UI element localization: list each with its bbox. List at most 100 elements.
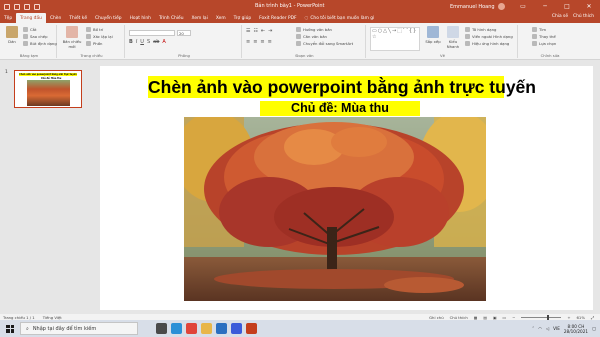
paragraph-group-label: Đoạn văn — [295, 53, 314, 58]
quick-styles-button[interactable]: Kiểu Nhanh — [444, 26, 462, 49]
notification-icon[interactable]: ▢ — [592, 326, 596, 331]
slide-thumbnail[interactable]: Chèn ảnh vào powerpoint bằng ảnh trực tu… — [14, 70, 82, 108]
justify-icon[interactable]: ≡ — [268, 39, 272, 45]
shape-outline-button[interactable]: Viền ngoài Hình dạng — [465, 34, 513, 39]
font-size-input[interactable]: 20 — [177, 30, 191, 36]
tab-animations[interactable]: Hoạt hình — [126, 13, 155, 23]
tab-help[interactable]: Trợ giúp — [230, 13, 256, 23]
start-slideshow-icon[interactable] — [34, 3, 40, 10]
user-name[interactable]: Emmanuel Hoang — [450, 4, 495, 10]
replace-button[interactable]: Thay thế — [532, 34, 556, 39]
clock[interactable]: 8:00 CH 28/10/2021 — [564, 324, 588, 334]
shape-fill-button[interactable]: Tô hình dạng — [465, 27, 496, 32]
numbering-icon[interactable]: ☷ — [253, 28, 257, 34]
clipboard-group: Dán Cắt Sao chép Bút định dạng Bảng tạm — [2, 25, 57, 58]
layout-button[interactable]: Bố trí — [86, 27, 103, 32]
clock-date: 28/10/2021 — [563, 328, 589, 334]
arrange-button[interactable]: Sắp xếp — [424, 26, 442, 44]
slide-subtitle[interactable]: Chủ đề: Mùa thu — [260, 101, 420, 116]
tab-foxit[interactable]: Foxit Reader PDF — [255, 13, 300, 23]
minimize-button[interactable]: ─ — [534, 0, 556, 13]
find-button[interactable]: Tìm — [532, 27, 546, 32]
shadow-button[interactable]: S — [147, 39, 150, 45]
text-direction-button[interactable]: Hướng văn bản — [296, 27, 332, 32]
autumn-tree-photo[interactable] — [184, 117, 486, 301]
taskbar-search[interactable]: ⌕ Nhập tại đây để tìm kiếm — [20, 322, 138, 335]
tab-design[interactable]: Thiết kế — [65, 13, 91, 23]
share-button[interactable]: Chia sẻ — [552, 14, 568, 19]
tell-me-box[interactable]: ◌ Cho tôi biết bạn muốn làm gì — [301, 13, 375, 23]
tab-insert[interactable]: Chèn — [46, 13, 65, 23]
font-name-input[interactable] — [129, 30, 175, 36]
maximize-button[interactable]: □ — [556, 0, 578, 13]
reset-button[interactable]: Xác lập lại — [86, 34, 113, 39]
language-indicator[interactable]: Tiếng Việt — [43, 315, 62, 320]
store-icon[interactable] — [216, 323, 227, 334]
underline-button[interactable]: U — [140, 39, 144, 45]
start-button[interactable] — [0, 320, 20, 337]
zalo-icon[interactable] — [231, 323, 242, 334]
tab-slideshow[interactable]: Trình Chiếu — [155, 13, 188, 23]
paste-button[interactable]: Dán — [3, 26, 21, 44]
comments-status-button[interactable]: Chú thích — [450, 315, 468, 320]
section-button[interactable]: Phần — [86, 41, 102, 46]
outdent-icon[interactable]: ⇥ — [268, 28, 272, 34]
format-painter-button[interactable]: Bút định dạng — [23, 41, 57, 46]
font-format-buttons: B I U S ab A — [129, 39, 166, 45]
tab-file[interactable]: Tệp — [0, 13, 16, 23]
file-explorer-icon[interactable] — [201, 323, 212, 334]
powerpoint-icon[interactable] — [246, 323, 257, 334]
bullets-icon[interactable]: ☰ — [246, 28, 250, 34]
tell-me-text: Cho tôi biết bạn muốn làm gì — [310, 15, 375, 21]
shape-effects-button[interactable]: Hiệu ứng hình dạng — [465, 41, 509, 46]
zoom-slider[interactable] — [521, 314, 562, 320]
input-language[interactable]: VIE — [553, 326, 560, 331]
ribbon-display-options-icon[interactable]: ▭ — [512, 0, 534, 13]
slide-sorter-icon[interactable]: ▤ — [483, 315, 487, 320]
reading-view-icon[interactable]: ▣ — [493, 315, 497, 320]
edge-icon[interactable] — [171, 323, 182, 334]
shape-outline-label: Viền ngoài Hình dạng — [472, 34, 513, 39]
tab-view[interactable]: Xem — [212, 13, 230, 23]
undo-icon[interactable] — [14, 3, 20, 10]
italic-button[interactable]: I — [136, 39, 137, 45]
network-icon[interactable]: ◠ — [538, 326, 542, 331]
select-button[interactable]: Lựa chọn — [532, 41, 556, 46]
task-view-icon[interactable] — [156, 323, 167, 334]
align-center-icon[interactable]: ≡ — [253, 39, 257, 45]
copy-button[interactable]: Sao chép — [23, 34, 48, 39]
zoom-out-icon[interactable]: − — [512, 315, 515, 320]
zoom-level[interactable]: 61% — [577, 315, 585, 320]
comments-button[interactable]: Chú thích — [573, 14, 594, 19]
avatar[interactable] — [497, 3, 505, 10]
tab-transitions[interactable]: Chuyển tiếp — [91, 13, 126, 23]
zoom-in-icon[interactable]: + — [567, 315, 570, 320]
redo-icon[interactable] — [24, 3, 30, 10]
slideshow-view-icon[interactable]: ▭ — [503, 315, 507, 320]
save-icon[interactable] — [4, 3, 10, 10]
tab-review[interactable]: Xem lại — [188, 13, 212, 23]
align-left-icon[interactable]: ≡ — [246, 39, 250, 45]
new-slide-button[interactable]: Bản chiếu mới — [61, 26, 83, 49]
shapes-gallery[interactable]: ▭○△╲→⬚⌒{}☆ — [370, 27, 420, 51]
align-text-button[interactable]: Căn văn bản — [296, 34, 327, 39]
normal-view-icon[interactable]: ▦ — [474, 315, 478, 320]
slide-canvas[interactable]: Chèn ảnh vào powerpoint bằng ảnh trực tu… — [100, 66, 593, 310]
notes-button[interactable]: Ghi chú — [429, 315, 444, 320]
volume-icon[interactable]: ◁ — [546, 326, 549, 331]
bold-button[interactable]: B — [129, 39, 133, 45]
align-right-icon[interactable]: ≡ — [260, 39, 264, 45]
strikethrough-button[interactable]: ab — [153, 39, 159, 45]
close-button[interactable]: ✕ — [578, 0, 600, 13]
font-color-button[interactable]: A — [162, 39, 165, 45]
chrome-icon[interactable] — [186, 323, 197, 334]
slide-title[interactable]: Chèn ảnh vào powerpoint bằng ảnh trực tu… — [148, 76, 536, 98]
fit-to-window-icon[interactable]: ⤢ — [591, 315, 594, 320]
chevron-up-icon[interactable]: ˄ — [532, 326, 534, 331]
indent-icon[interactable]: ⇤ — [261, 28, 265, 34]
cut-button[interactable]: Cắt — [23, 27, 36, 32]
tab-home[interactable]: Trang đầu — [16, 13, 46, 23]
account-area[interactable]: Emmanuel Hoang — [450, 3, 505, 10]
smartart-button[interactable]: Chuyển đổi sang SmartArt — [296, 41, 353, 46]
new-slide-icon — [66, 26, 78, 38]
